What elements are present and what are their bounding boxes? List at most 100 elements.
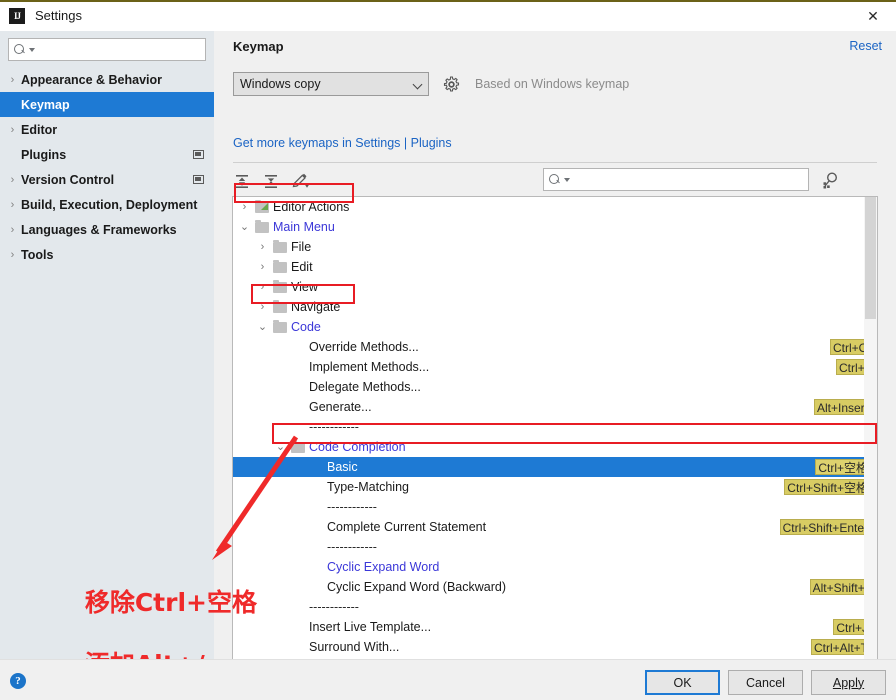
tree-row[interactable]: Complete Current Statement Ctrl+Shift+Ent… [233,517,877,537]
collapse-all-icon[interactable] [261,172,281,191]
search-input[interactable] [8,38,206,61]
find-by-shortcut-icon[interactable] [819,169,841,191]
tree-row[interactable]: ------------ [233,417,877,437]
tree-row[interactable]: › File [233,237,877,257]
chevron-down-icon [564,177,570,182]
chevron-right-icon: › [10,173,15,186]
keymap-tree-rows: › Editor Actions ⌄ Main Menu › File › Edit › View… [233,197,877,662]
sidebar-item-editor[interactable]: › Editor [0,117,214,142]
cancel-button[interactable]: Cancel [728,670,803,695]
pencil-edit-icon[interactable] [290,172,310,191]
tree-row-label: Main Menu [273,220,335,234]
based-on-label: Based on Windows keymap [475,77,630,91]
sidebar-item-keymap[interactable]: Keymap [0,92,214,117]
divider [233,162,877,163]
sidebar-item-build-execution-deployment[interactable]: › Build, Execution, Deployment [0,192,214,217]
tree-row-label: Navigate [291,300,341,314]
chevron-right-icon: › [10,248,15,261]
chevron-right-icon[interactable]: › [257,277,268,297]
tree-row-label: Delegate Methods... [309,380,421,394]
chevron-down-icon[interactable]: ⌄ [257,317,268,337]
tree-row-label: Complete Current Statement [327,520,487,534]
tree-row[interactable]: Delegate Methods... [233,377,877,397]
sidebar-item-appearance-behavior[interactable]: › Appearance & Behavior [0,67,214,92]
shortcut-badge: Alt+Shift+/ [809,579,871,595]
tree-row[interactable]: ⌄ Main Menu [233,217,877,237]
shortcut-badge: Ctrl+Alt+T [810,639,871,655]
chevron-right-icon: › [10,73,15,86]
tree-row-label: File [291,240,312,254]
tree-row-label: Basic [327,460,358,474]
tree-row-label: Editor Actions [273,200,350,214]
tree-row[interactable]: › View [233,277,877,297]
keymap-dropdown[interactable]: Windows copy [233,72,429,96]
chevron-right-icon[interactable]: › [257,257,268,277]
tree-row[interactable]: ------------ [233,597,877,617]
chevron-right-icon[interactable]: › [257,297,268,317]
chevron-right-icon: › [10,223,15,236]
tree-row[interactable]: › Navigate [233,297,877,317]
window-title: Settings [35,8,82,23]
cancel-button-label: Cancel [746,675,785,690]
tree-row[interactable]: Surround With... Ctrl+Alt+T [233,637,877,657]
chevron-down-icon[interactable]: ⌄ [275,437,286,457]
tree-row[interactable]: ------------ [233,537,877,557]
ok-button[interactable]: OK [645,670,720,695]
folder-icon [273,260,287,273]
search-icon [549,173,562,186]
help-icon[interactable]: ? [10,673,26,689]
tree-row[interactable]: Generate... Alt+Insert [233,397,877,417]
tree-row[interactable]: Cyclic Expand Word (Backward) Alt+Shift+/ [233,577,877,597]
tree-row[interactable]: Basic Ctrl+空格 [233,457,877,477]
tree-row[interactable]: ------------ [233,497,877,517]
tree-row[interactable]: › Edit [233,257,877,277]
tree-row[interactable]: ⌄ Code [233,317,877,337]
ok-button-label: OK [673,675,692,690]
sidebar-item-label: Appearance & Behavior [21,72,163,87]
tree-row[interactable]: Insert Live Template... Ctrl+J [233,617,877,637]
keymap-search-input[interactable] [543,168,809,191]
sidebar-item-label: Plugins [21,147,67,162]
chevron-down-icon[interactable]: ⌄ [239,217,250,237]
tree-row[interactable]: Type-Matching Ctrl+Shift+空格 [233,477,877,497]
shortcut-badge: Ctrl+空格 [815,459,871,475]
sidebar-item-version-control[interactable]: › Version Control [0,167,214,192]
tree-row-label: Code Completion [309,440,406,454]
sidebar-item-label: Languages & Frameworks [21,222,177,237]
intellij-idea-icon: IJ [9,7,25,24]
chevron-down-icon [29,47,35,52]
tree-row[interactable]: › Editor Actions [233,197,877,217]
tree-separator: ------------ [327,540,377,554]
folder-icon [273,240,287,253]
settings-dialog: IJ Settings ✕ › Appearance & Behavior Ke… [0,0,896,700]
sidebar-item-label: Tools [21,247,54,262]
tree-vertical-scrollbar[interactable] [864,197,877,662]
tree-row[interactable]: ⌄ Code Completion [233,437,877,457]
sidebar-item-languages-frameworks[interactable]: › Languages & Frameworks [0,217,214,242]
titlebar-accent-line [0,0,896,2]
chevron-right-icon: › [10,123,15,136]
tree-row-label: Generate... [309,400,372,414]
keymap-tree[interactable]: › Editor Actions ⌄ Main Menu › File › Edit › View… [232,196,878,663]
tree-row-label: Type-Matching [327,480,409,494]
tree-separator: ------------ [309,600,359,614]
tree-row[interactable]: Override Methods... Ctrl+O [233,337,877,357]
reset-link[interactable]: Reset [849,39,882,53]
apply-button[interactable]: Apply [811,670,886,695]
tree-row[interactable]: Implement Methods... Ctrl+I [233,357,877,377]
sidebar-item-plugins[interactable]: Plugins [0,142,214,167]
chevron-right-icon[interactable]: › [257,237,268,257]
tree-row-label: Override Methods... [309,340,419,354]
tree-row-label: Cyclic Expand Word (Backward) [327,580,506,594]
dialog-footer: ? OK Cancel Apply [0,659,896,700]
gear-icon[interactable] [443,75,460,93]
page-title: Keymap [233,39,284,54]
close-icon[interactable]: ✕ [850,2,896,31]
tree-row[interactable]: Cyclic Expand Word [233,557,877,577]
sidebar-item-tools[interactable]: › Tools [0,242,214,267]
expand-all-icon[interactable] [232,172,252,191]
scrollbar-thumb[interactable] [865,197,876,319]
folder-icon [291,440,305,453]
chevron-right-icon[interactable]: › [239,197,250,217]
get-more-keymaps-link[interactable]: Get more keymaps in Settings | Plugins [233,136,452,150]
